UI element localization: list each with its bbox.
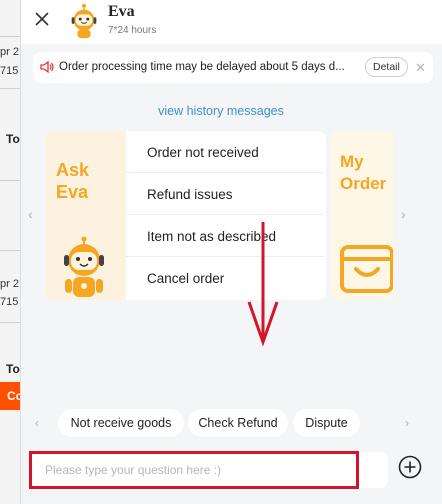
quick-reply-dispute[interactable]: Dispute xyxy=(293,409,360,437)
red-box-annotation xyxy=(29,451,359,489)
robot-mascot-icon xyxy=(64,236,104,297)
quick-reply-not-receive-goods[interactable]: Not receive goods xyxy=(58,409,184,437)
chat-header: Eva 7*24 hours xyxy=(21,0,442,44)
chevron-right-icon[interactable]: › xyxy=(401,206,406,222)
background-text: 715 xyxy=(0,296,19,308)
robot-avatar-icon xyxy=(71,3,97,39)
background-heading: To xyxy=(6,132,20,146)
menu-item-item-not-as-described[interactable]: Item not as described xyxy=(126,215,324,257)
menu-item-order-not-received[interactable]: Order not received xyxy=(126,131,324,173)
background-text: pr 2 xyxy=(0,278,19,290)
background-heading: To xyxy=(6,362,20,376)
plus-icon[interactable] xyxy=(398,455,422,479)
view-history-link[interactable]: view history messages xyxy=(21,104,421,118)
notice-text: Order processing time may be delayed abo… xyxy=(59,61,345,73)
ask-eva-menu: Order not received Refund issues Item no… xyxy=(126,131,326,300)
shopping-bag-icon xyxy=(340,245,393,293)
ask-eva-panel: Ask Eva xyxy=(46,131,126,300)
chevron-left-icon[interactable]: ‹ xyxy=(28,206,33,222)
my-order-title-line: Order xyxy=(340,174,387,193)
agent-name: Eva xyxy=(108,3,135,20)
quick-reply-bar: ‹ Not receive goods Check Refund Dispute… xyxy=(21,409,442,439)
my-order-card[interactable]: My Order xyxy=(331,131,393,300)
menu-item-cancel-order[interactable]: Cancel order xyxy=(126,257,324,299)
ask-title-line: Eva xyxy=(56,182,89,202)
my-order-title-line: My xyxy=(340,152,364,171)
chevron-left-icon[interactable]: ‹ xyxy=(35,416,39,430)
speaker-icon xyxy=(40,60,54,74)
background-text: pr 2 xyxy=(0,46,19,58)
quick-reply-check-refund[interactable]: Check Refund xyxy=(188,409,288,437)
chat-window: Eva 7*24 hours Order processing time may… xyxy=(20,0,442,504)
menu-item-refund-issues[interactable]: Refund issues xyxy=(126,173,324,215)
chevron-right-icon[interactable]: › xyxy=(405,416,409,430)
notice-banner: Order processing time may be delayed abo… xyxy=(33,52,433,83)
ask-title-line: Ask xyxy=(56,160,90,180)
agent-hours: 7*24 hours xyxy=(108,25,157,36)
background-text: 715 xyxy=(0,65,19,77)
close-icon[interactable] xyxy=(33,10,51,28)
ask-eva-card: Ask Eva Order not received Refund issues… xyxy=(46,131,326,300)
ask-eva-title: Ask Eva xyxy=(56,159,89,203)
my-order-title: My Order xyxy=(340,151,386,195)
detail-button[interactable]: Detail xyxy=(365,57,408,77)
close-icon[interactable]: ✕ xyxy=(415,60,426,76)
